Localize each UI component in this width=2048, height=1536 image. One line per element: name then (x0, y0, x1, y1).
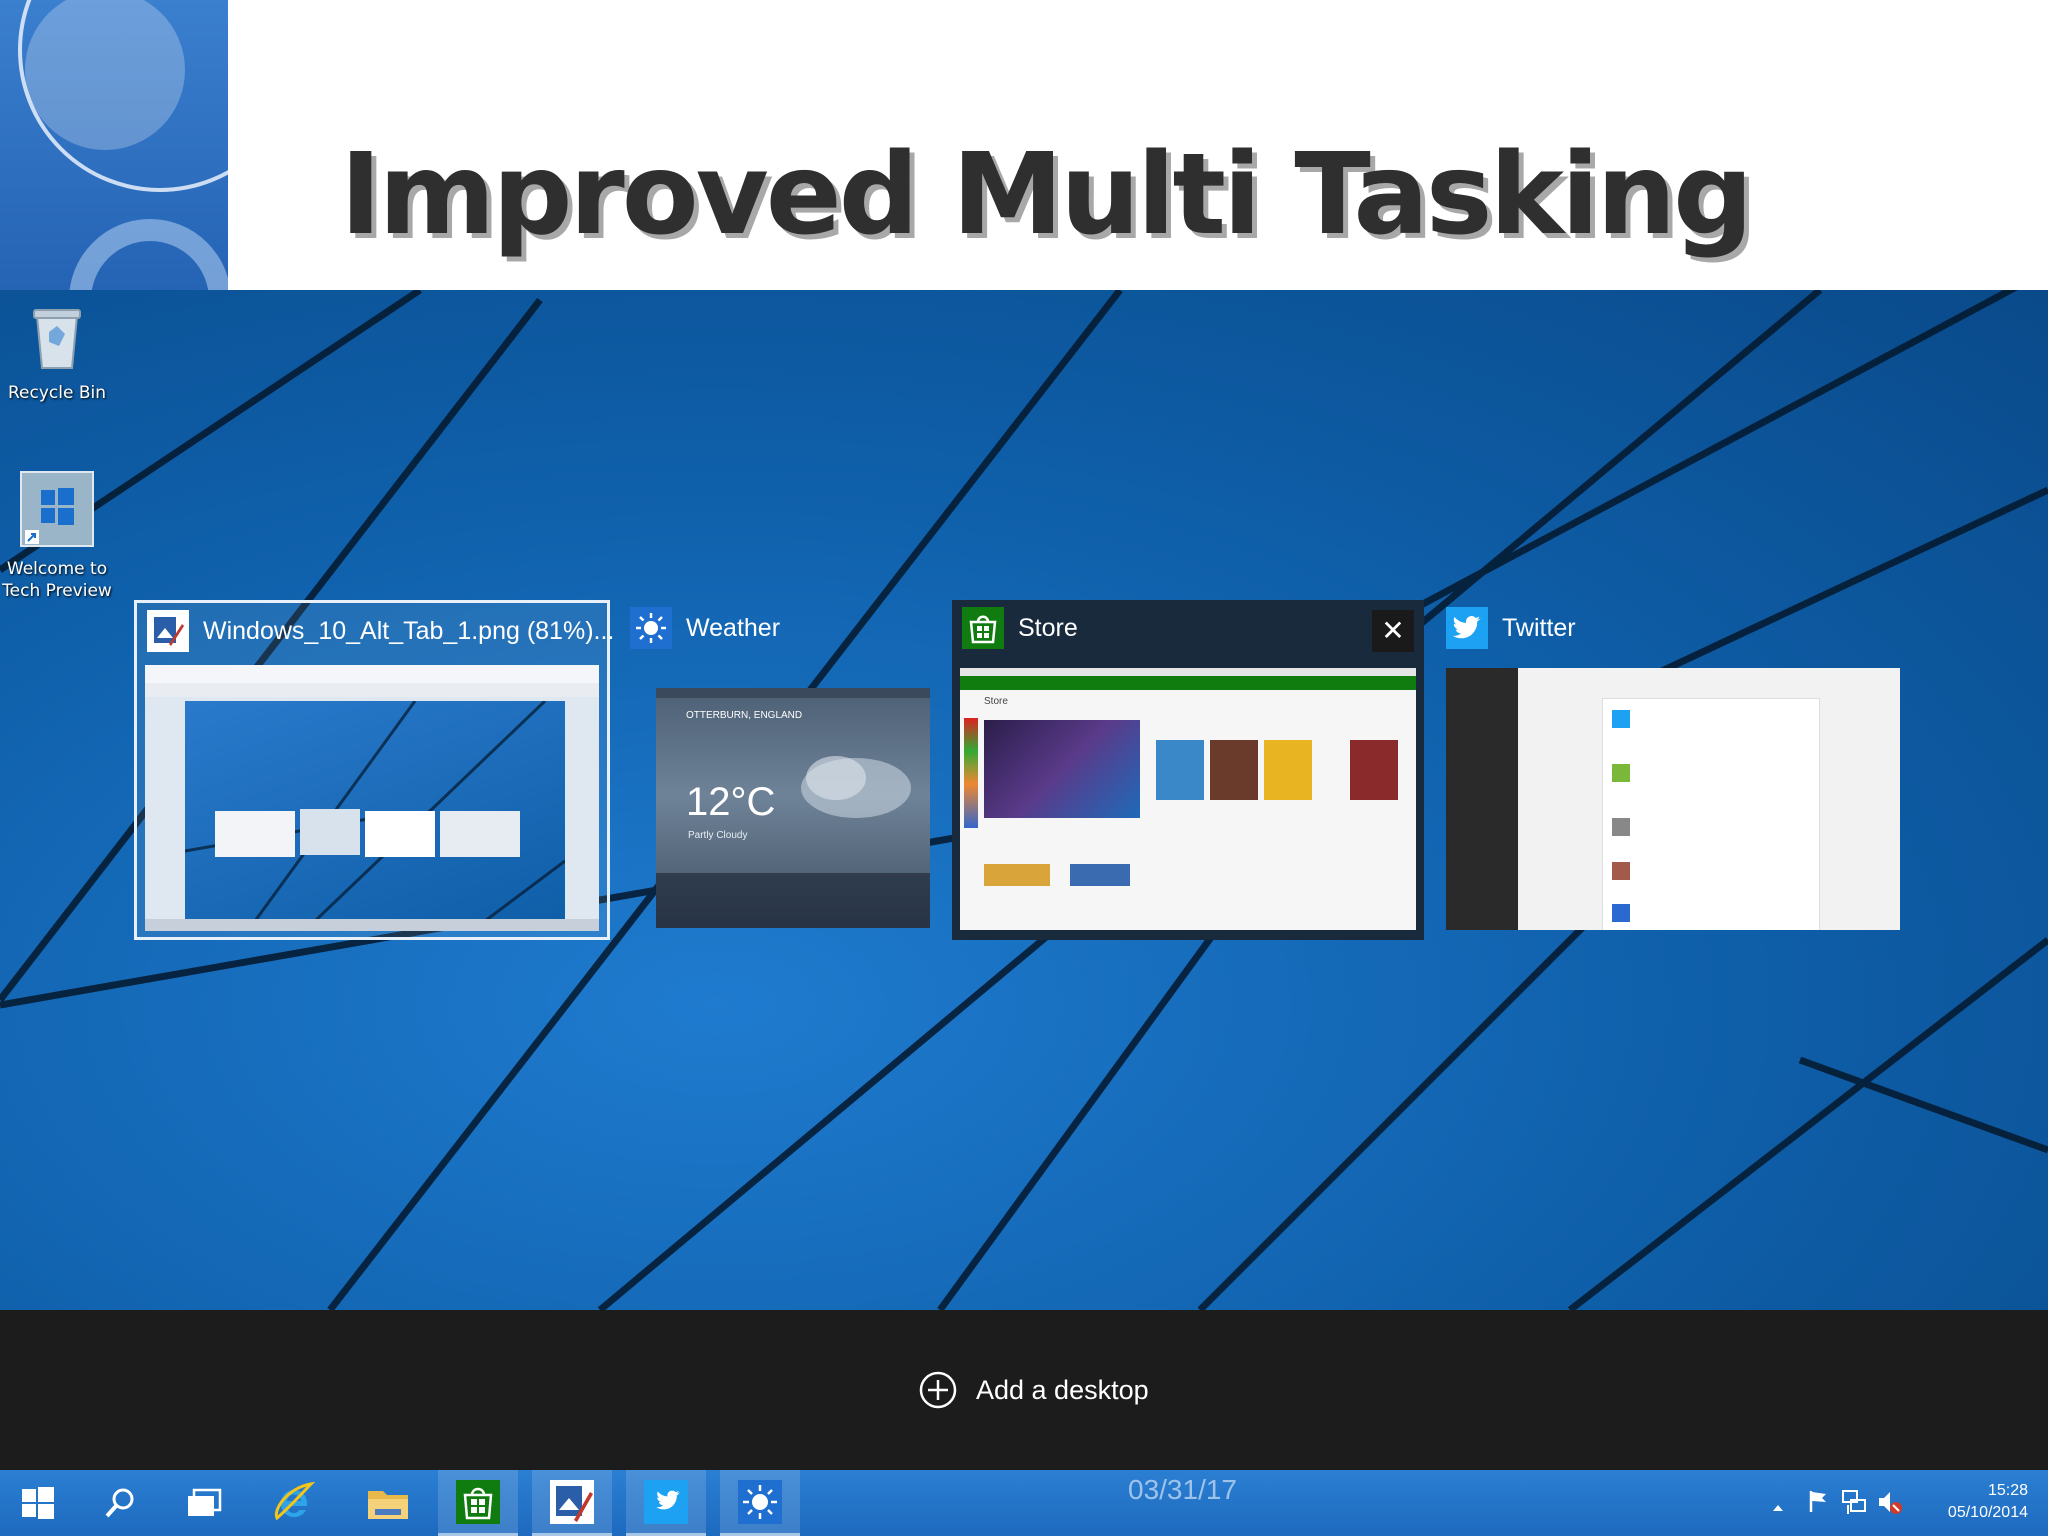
twitter-bird-icon (644, 1479, 688, 1524)
task-view-icon (188, 1488, 222, 1516)
flag-icon (1809, 1491, 1826, 1512)
store-page-heading: Store (984, 696, 1008, 707)
recycle-bin-icon (2, 302, 112, 378)
close-button[interactable]: ✕ (1372, 610, 1414, 652)
task-card-header: Windows_10_Alt_Tab_1.png (81%)... (147, 603, 614, 659)
weather-condition: Partly Cloudy (688, 830, 748, 841)
desktop-background: Recycle Bin Welcome to Tech Preview Wind… (0, 290, 2048, 1310)
weather-taskbar-button[interactable] (720, 1470, 800, 1536)
twitter-taskbar-button[interactable] (626, 1470, 706, 1536)
twitter-bird-icon (1446, 607, 1488, 649)
desktop-icon-welcome[interactable]: Welcome to Tech Preview (2, 470, 112, 602)
speaker-muted-icon (1879, 1492, 1902, 1514)
task-card-title: Windows_10_Alt_Tab_1.png (81%)... (203, 616, 615, 645)
window-thumbnail: OTTERBURN, ENGLAND 12°C Partly Cloudy (656, 688, 930, 928)
windows-logo-icon (2, 470, 112, 554)
task-card-header: Twitter (1446, 600, 1896, 656)
folder-icon (368, 1491, 408, 1519)
task-card-title: Weather (686, 613, 781, 642)
task-card-store[interactable]: Store ✕ Store (952, 600, 1424, 940)
ie-icon (274, 1481, 316, 1521)
desktop-icon-label: Tech Preview (2, 581, 112, 601)
clock-time: 15:28 (1987, 1482, 2028, 1499)
add-desktop-label: Add a desktop (976, 1374, 1149, 1405)
close-icon: ✕ (1381, 614, 1405, 647)
desktop-icon-label: Welcome to (6, 559, 108, 579)
network-button[interactable] (1840, 1488, 1868, 1520)
desktop-icon-recycle-bin[interactable]: Recycle Bin (2, 302, 112, 404)
photo-viewer-icon (550, 1479, 594, 1524)
weather-temperature: 12°C (686, 780, 776, 824)
store-bag-icon (456, 1479, 500, 1524)
task-card-twitter[interactable]: Twitter (1440, 600, 1910, 940)
task-card-title: Twitter (1502, 613, 1576, 642)
start-button[interactable] (8, 1470, 68, 1536)
sun-icon (630, 607, 672, 649)
chevron-up-icon (1773, 1505, 1783, 1511)
task-card-weather[interactable]: Weather OTTERBURN, ENGLAND 12°C Partly C… (628, 600, 932, 940)
corner-decoration (0, 0, 228, 290)
volume-button[interactable] (1876, 1488, 1904, 1520)
photo-viewer-icon (147, 610, 189, 652)
virtual-desktops-bar: Add a desktop (0, 1310, 2048, 1470)
desktop-icon-label: Recycle Bin (7, 383, 106, 403)
internet-explorer-button[interactable] (262, 1470, 326, 1536)
slide-date: 03/31/17 (1128, 1474, 1237, 1505)
photo-viewer-taskbar-button[interactable] (532, 1470, 612, 1536)
add-desktop-button[interactable]: Add a desktop (918, 1370, 1149, 1410)
weather-location: OTTERBURN, ENGLAND (686, 710, 803, 721)
action-center-button[interactable] (1806, 1488, 1832, 1518)
show-hidden-icons-button[interactable] (1772, 1498, 1784, 1517)
window-thumbnail (1446, 668, 1900, 930)
sun-icon (738, 1479, 782, 1524)
search-button[interactable] (90, 1470, 150, 1536)
slide: Improved Multi Tasking Recycle Bin Welco… (0, 0, 2048, 1536)
task-view-button[interactable] (174, 1470, 234, 1536)
network-icon (1842, 1490, 1866, 1514)
taskbar: 15:28 05/10/2014 (0, 1470, 2048, 1536)
window-thumbnail: Store (960, 668, 1416, 930)
window-thumbnail (145, 665, 599, 931)
task-card-header: Weather (630, 600, 930, 656)
slide-title: Improved Multi Tasking (340, 130, 1753, 260)
search-icon (105, 1488, 134, 1518)
plus-circle-icon (919, 1371, 957, 1409)
task-card-title: Store (1018, 613, 1078, 642)
taskbar-clock[interactable]: 15:28 05/10/2014 (1948, 1480, 2028, 1524)
store-taskbar-button[interactable] (438, 1470, 518, 1536)
store-bag-icon (962, 607, 1004, 649)
clock-date: 05/10/2014 (1947, 1504, 2028, 1521)
windows-logo-icon (22, 1487, 54, 1519)
task-card-photo-viewer[interactable]: Windows_10_Alt_Tab_1.png (81%)... (134, 600, 614, 940)
file-explorer-button[interactable] (356, 1470, 420, 1536)
task-card-header: Store (962, 600, 1412, 656)
